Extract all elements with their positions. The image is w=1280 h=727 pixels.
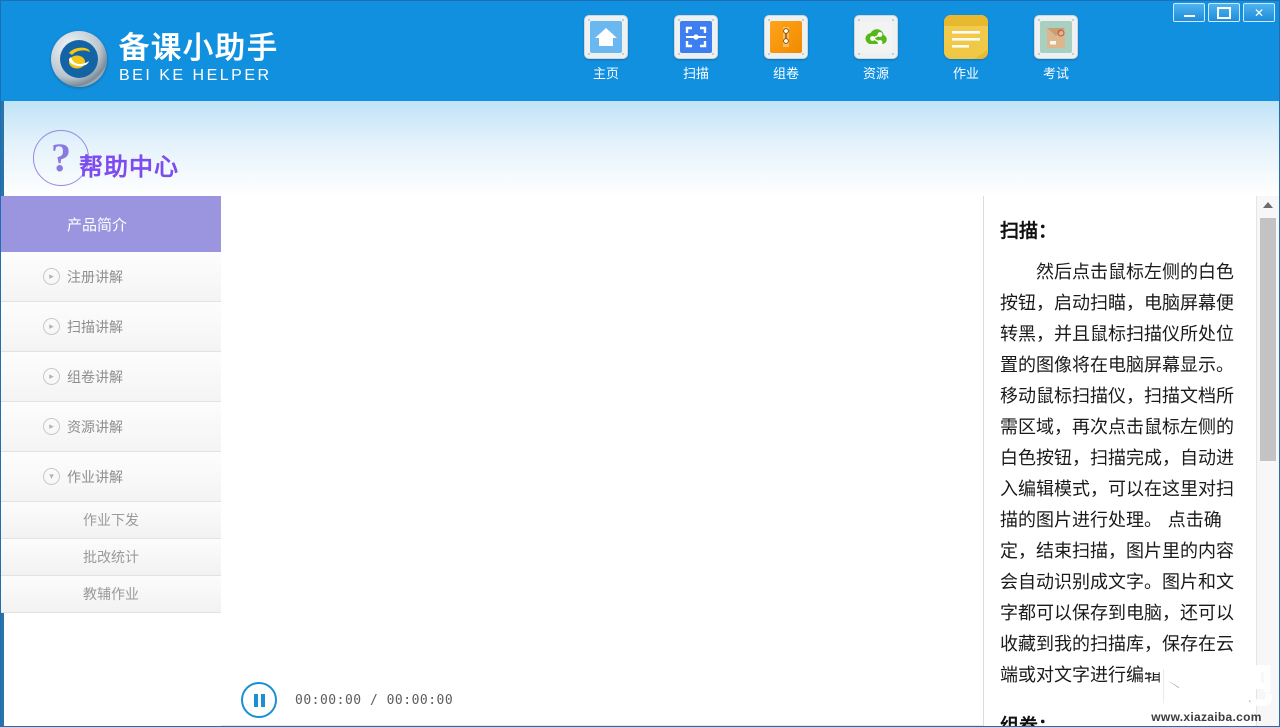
sidebar-label-homework-dispatch: 作业下发 [83, 512, 139, 528]
chevron-right-icon: ▸ [43, 418, 60, 435]
help-center-title: 帮助中心 [79, 154, 179, 181]
chevron-right-icon: ▸ [43, 318, 60, 335]
envelope-exam-icon [1034, 15, 1078, 59]
sidebar-label-compose-guide: 组卷讲解 [67, 368, 123, 385]
app-header: ✕ 备课小助手 BEI KE HELPER 主页 扫描 组卷 资源 作业 考试 [1, 1, 1279, 101]
brand-name-en: BEI KE HELPER [119, 66, 272, 84]
close-button[interactable]: ✕ [1243, 3, 1275, 22]
sidebar-label-register-guide: 注册讲解 [67, 268, 123, 285]
nav-item-resource[interactable]: 资源 [831, 15, 921, 82]
nav-label-scan: 扫描 [682, 66, 709, 81]
main-toolbar: 主页 扫描 组卷 资源 作业 考试 [561, 15, 1101, 82]
sidebar-subitem-grading-stats[interactable]: 批改统计 [1, 539, 221, 576]
brand-logo: 备课小助手 BEI KE HELPER [51, 31, 279, 87]
nav-item-scan[interactable]: 扫描 [651, 15, 741, 82]
paper-compose-icon [764, 15, 808, 59]
home-icon [584, 15, 628, 59]
minimize-icon [1183, 14, 1195, 17]
nav-item-compose[interactable]: 组卷 [741, 15, 831, 82]
swoosh-logo-icon [51, 31, 107, 87]
nav-label-exam: 考试 [1042, 66, 1069, 81]
player-time-display: 00:00:00 / 00:00:00 [295, 692, 454, 708]
sidebar-item-product-intro[interactable]: 产品简介 [1, 196, 221, 252]
notepad-icon [944, 15, 988, 59]
doc-paragraph-scan: 然后点击鼠标左侧的白色按钮，启动扫瞄，电脑屏幕便转黑，并且鼠标扫描仪所处位置的图… [1000, 262, 1234, 686]
document-scrollbar[interactable] [1256, 196, 1279, 726]
nav-label-compose: 组卷 [772, 66, 799, 81]
chevron-right-icon: ▸ [43, 368, 60, 385]
scrollbar-up-arrow-icon[interactable] [1257, 196, 1279, 214]
brand-text: 备课小助手 BEI KE HELPER [119, 33, 279, 84]
help-document-panel: 扫描： 然后点击鼠标左侧的白色按钮，启动扫瞄，电脑屏幕便转黑，并且鼠标扫描仪所处… [983, 196, 1279, 726]
nav-label-home: 主页 [592, 66, 619, 81]
close-icon: ✕ [1253, 5, 1265, 20]
sidebar-subitem-homework-dispatch[interactable]: 作业下发 [1, 502, 221, 539]
sidebar-label-resource-guide: 资源讲解 [67, 418, 123, 435]
chevron-right-icon: ▸ [43, 268, 60, 285]
doc-heading-compose: 组卷： [1000, 711, 1243, 726]
maximize-button[interactable] [1208, 3, 1240, 22]
maximize-icon [1217, 6, 1231, 19]
application-window: ✕ 备课小助手 BEI KE HELPER 主页 扫描 组卷 资源 作业 考试 … [0, 0, 1280, 727]
sidebar-subitem-teaching-aid-homework[interactable]: 教辅作业 [1, 576, 221, 613]
sidebar-item-register-guide[interactable]: ▸ 注册讲解 [1, 252, 221, 302]
nav-item-homework[interactable]: 作业 [921, 15, 1011, 82]
player-divider [221, 725, 984, 726]
nav-label-homework: 作业 [952, 66, 979, 81]
window-controls: ✕ [1173, 3, 1275, 22]
sidebar-menu: 产品简介 ▸ 注册讲解 ▸ 扫描讲解 ▸ 组卷讲解 ▸ 资源讲解 ▾ 作业讲解 [1, 196, 221, 613]
question-mark-glyph: ? [51, 135, 71, 180]
sidebar-item-scan-guide[interactable]: ▸ 扫描讲解 [1, 302, 221, 352]
sidebar-label-scan-guide: 扫描讲解 [67, 318, 123, 335]
brand-name-cn: 备课小助手 [119, 32, 279, 66]
nav-item-home[interactable]: 主页 [561, 15, 651, 82]
sidebar-item-resource-guide[interactable]: ▸ 资源讲解 [1, 402, 221, 452]
sidebar-label-teaching-aid-homework: 教辅作业 [83, 586, 139, 602]
scan-icon [674, 15, 718, 59]
help-document-content: 扫描： 然后点击鼠标左侧的白色按钮，启动扫瞄，电脑屏幕便转黑，并且鼠标扫描仪所处… [984, 196, 1257, 726]
minimize-button[interactable] [1173, 3, 1205, 22]
nav-item-exam[interactable]: 考试 [1011, 15, 1101, 82]
sidebar: ? 帮助中心 产品简介 ▸ 注册讲解 ▸ 扫描讲解 ▸ 组卷讲解 ▸ 资源讲解 … [1, 101, 221, 726]
scrollbar-thumb[interactable] [1260, 218, 1276, 461]
help-center-header: ? 帮助中心 [1, 101, 221, 196]
video-player-area: 00:00:00 / 00:00:00 [221, 196, 984, 726]
doc-heading-scan: 扫描： [1000, 221, 1058, 242]
chevron-down-icon: ▾ [43, 468, 60, 485]
pause-icon[interactable] [241, 682, 277, 718]
sidebar-label-homework-guide: 作业讲解 [67, 468, 123, 485]
sidebar-item-compose-guide[interactable]: ▸ 组卷讲解 [1, 352, 221, 402]
sidebar-item-homework-guide[interactable]: ▾ 作业讲解 [1, 452, 221, 502]
cloud-share-icon [854, 15, 898, 59]
sidebar-label-grading-stats: 批改统计 [83, 549, 139, 565]
nav-label-resource: 资源 [862, 66, 889, 81]
swoosh-glyph-icon [69, 47, 90, 69]
sidebar-label-product-intro: 产品简介 [67, 216, 128, 234]
player-controls: 00:00:00 / 00:00:00 [241, 682, 453, 718]
